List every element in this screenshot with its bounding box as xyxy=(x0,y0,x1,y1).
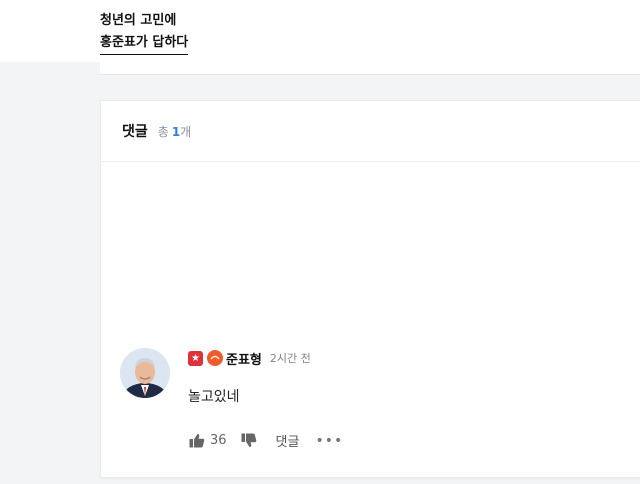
comment-time: 2시간 전 xyxy=(269,352,311,365)
star-badge-icon: ★ xyxy=(188,350,203,366)
like-count: 36 xyxy=(210,433,227,448)
avatar-photo xyxy=(120,348,170,398)
comment-header: 댓글 총 1개 xyxy=(101,101,640,162)
thumbs-up-icon[interactable] xyxy=(188,432,205,449)
comment-total-unit: 개 xyxy=(180,124,192,139)
comment-total-label: 총 xyxy=(157,124,169,139)
comment-total: 총 1개 xyxy=(158,123,191,140)
headline-line-2: 홍준표가 답하다 xyxy=(100,32,189,55)
headline-line-1: 청년의 고민에 xyxy=(100,13,177,28)
comment-author[interactable]: 준표형 xyxy=(226,349,262,368)
comment-total-count: 1 xyxy=(171,124,181,139)
comment-section: 댓글 총 1개 ★ 준표형 2시간 전 놀고있네 36 댓글 ••• xyxy=(100,100,640,478)
reply-button[interactable]: 댓글 xyxy=(276,431,300,450)
comment-text: 놀고있네 xyxy=(188,389,240,405)
more-icon[interactable]: ••• xyxy=(315,433,343,449)
article-headline[interactable]: 청년의 고민에 홍준표가 답하다 xyxy=(100,10,189,55)
party-badge-icon xyxy=(207,350,223,366)
thumbs-down-icon[interactable] xyxy=(241,432,258,449)
party-badge-mark xyxy=(210,355,220,360)
avatar[interactable] xyxy=(120,348,170,398)
comment-actions: 36 댓글 ••• xyxy=(188,431,343,450)
comment-meta: ★ 준표형 2시간 전 xyxy=(188,349,311,368)
comment-section-title: 댓글 xyxy=(122,124,148,140)
